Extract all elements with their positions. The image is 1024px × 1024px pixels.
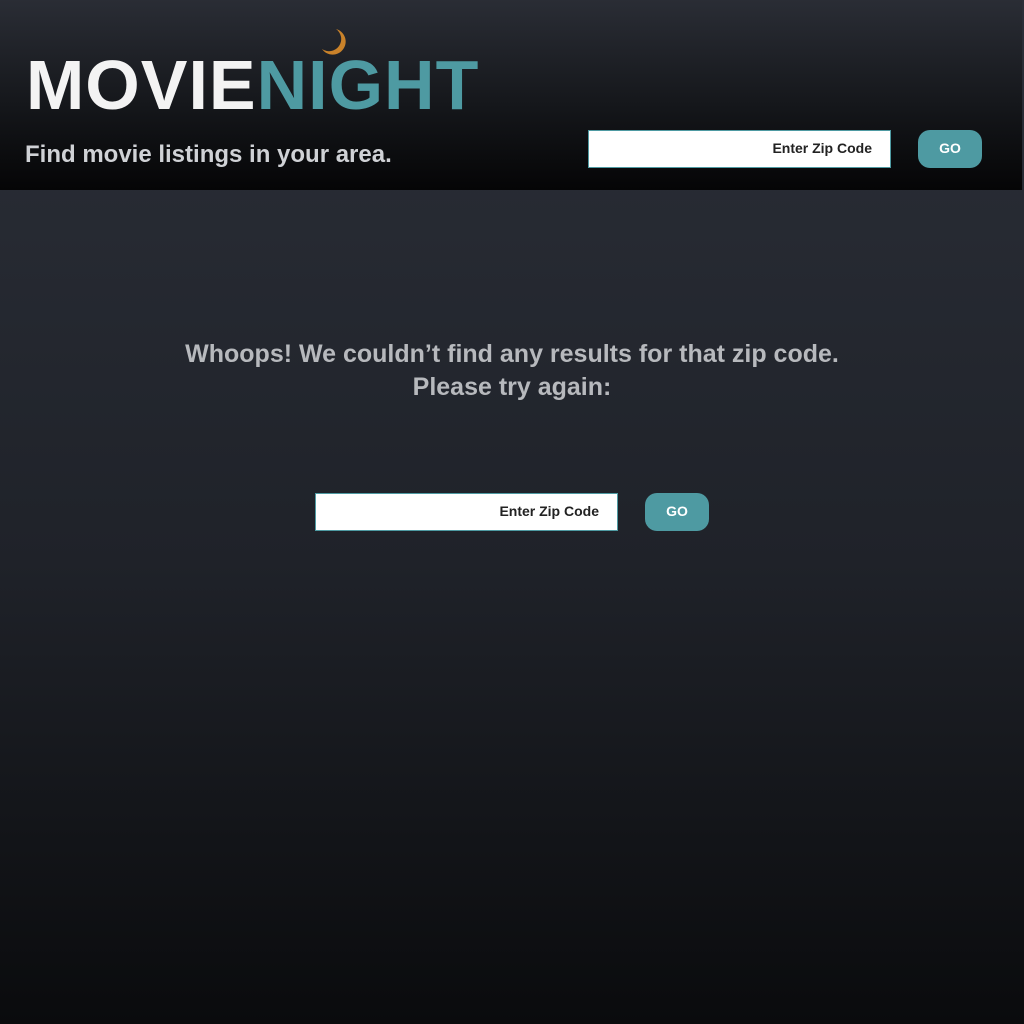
tagline: Find movie listings in your area. <box>25 141 392 168</box>
logo-text-night: NIGHT <box>256 46 480 124</box>
no-results-message: Whoops! We couldn’t find any results for… <box>0 338 1024 404</box>
header-go-button[interactable]: GO <box>918 130 982 168</box>
header-zip-input[interactable] <box>588 130 891 168</box>
no-results-line-1: Whoops! We couldn’t find any results for… <box>185 340 839 368</box>
main-go-button[interactable]: GO <box>645 493 709 531</box>
main-zip-input[interactable] <box>315 493 618 531</box>
site-header: MOVIENIGHT Find movie listings in your a… <box>0 0 1022 190</box>
site-logo[interactable]: MOVIENIGHT <box>26 50 479 120</box>
logo-text-movie: MOVIE <box>26 46 257 124</box>
no-results-line-2: Please try again: <box>412 373 612 401</box>
